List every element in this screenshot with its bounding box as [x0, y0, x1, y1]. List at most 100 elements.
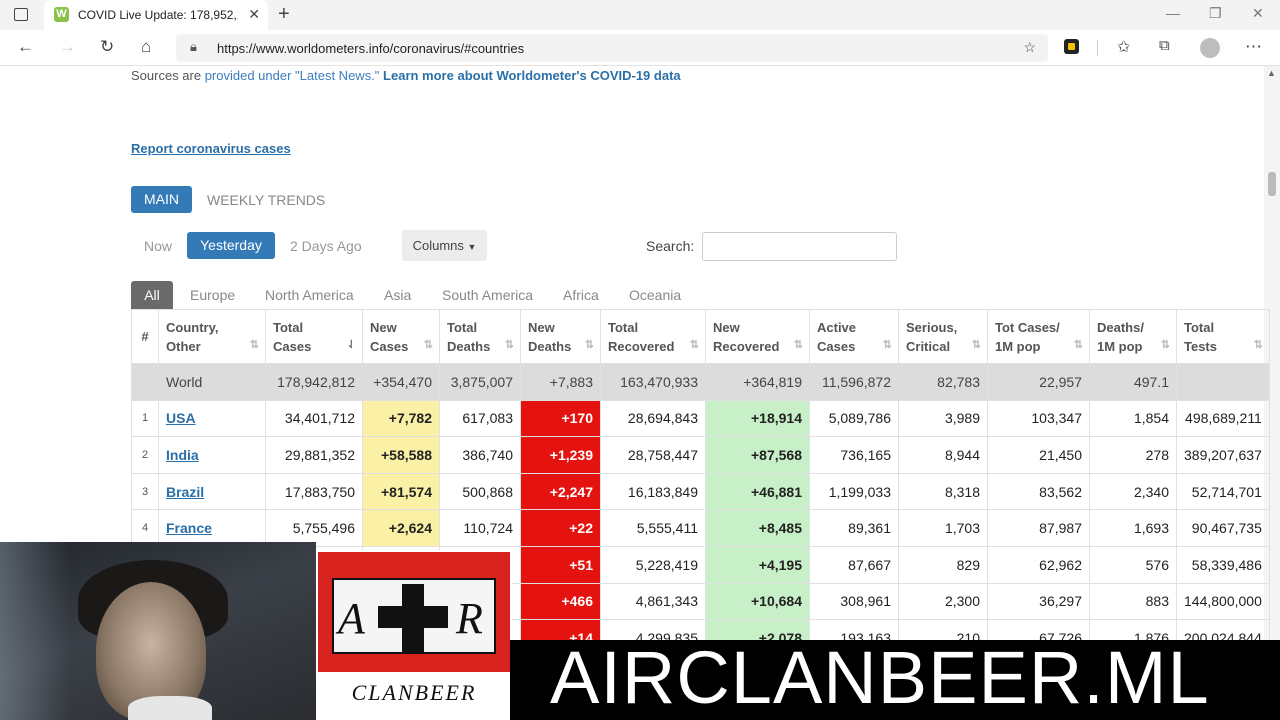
logo-letter-right: R	[456, 594, 483, 643]
toolbar-divider	[1097, 40, 1098, 56]
latest-news-link[interactable]: provided under "Latest News."	[205, 68, 380, 83]
region-tab-all[interactable]: All	[131, 281, 173, 309]
sort-icon: ⇅	[249, 339, 259, 351]
region-tab-oceania[interactable]: Oceania	[629, 281, 681, 309]
header-new-cases[interactable]: New Cases ⇅	[362, 309, 440, 364]
header-country[interactable]: Country, Other ⇅	[158, 309, 266, 364]
total-cases-cell: 34,401,712	[265, 399, 363, 438]
address-bar[interactable]: 🔒︎ https://www.worldometers.info/coronav…	[176, 34, 1048, 62]
new-deaths-cell: +1,239	[520, 436, 601, 474]
new-recovered-cell: +18,914	[705, 399, 810, 438]
sort-icon: ⇅	[1253, 339, 1263, 351]
day-tab-yesterday[interactable]: Yesterday	[187, 232, 275, 259]
header-new-deaths[interactable]: New Deaths ⇅	[520, 309, 601, 364]
header-index[interactable]: #	[131, 309, 159, 364]
serious-critical-cell: 2,300	[898, 582, 988, 621]
country-link[interactable]: Brazil	[166, 484, 204, 500]
refresh-icon[interactable]: ↻	[100, 37, 114, 57]
header-total-recovered[interactable]: Total Recovered ⇅	[600, 309, 706, 364]
row-index: 1	[131, 399, 159, 438]
sort-icon: ⇅	[793, 339, 803, 351]
deaths-per-million-cell: 278	[1089, 436, 1177, 474]
total-tests-cell: 389,207,637	[1176, 436, 1270, 474]
row-index	[131, 363, 159, 401]
deaths-per-million-cell: 576	[1089, 545, 1177, 584]
country-link[interactable]: USA	[166, 410, 196, 426]
extension-icon[interactable]	[1064, 39, 1079, 54]
favorites-icon[interactable]: ✩	[1117, 37, 1130, 57]
sort-icon: ⇅	[882, 339, 892, 351]
day-tab-two-days-ago[interactable]: 2 Days Ago	[290, 238, 362, 254]
day-tab-now[interactable]: Now	[144, 238, 172, 254]
tab-weekly-trends[interactable]: WEEKLY TRENDS	[207, 192, 325, 208]
header-total-cases[interactable]: Total Cases ⇃	[265, 309, 363, 364]
navigation-bar: ← → ↻ ⌂ 🔒︎ https://www.worldometers.info…	[0, 30, 1280, 66]
active-cases-cell: 736,165	[809, 436, 899, 474]
total-recovered-cell: 5,228,419	[600, 545, 706, 584]
collections-icon[interactable]: ⧉	[1159, 37, 1170, 54]
cases-per-million-cell: 103,347	[987, 399, 1090, 438]
active-cases-cell: 89,361	[809, 509, 899, 547]
browser-tab[interactable]: W COVID Live Update: 178,952,163 ✕	[44, 0, 268, 30]
total-recovered-cell: 16,183,849	[600, 472, 706, 511]
home-icon[interactable]: ⌂	[141, 37, 151, 57]
tab-actions-icon[interactable]	[14, 8, 28, 21]
header-label-line2: 1M pop	[1097, 338, 1143, 354]
header-label-line2: 1M pop	[995, 338, 1041, 354]
active-cases-cell: 11,596,872	[809, 363, 899, 401]
country-cell: World	[158, 363, 266, 401]
region-tab-africa[interactable]: Africa	[563, 281, 599, 309]
total-deaths-cell: 3,875,007	[439, 363, 521, 401]
header-total-deaths[interactable]: Total Deaths ⇅	[439, 309, 521, 364]
total-recovered-cell: 28,694,843	[600, 399, 706, 438]
total-tests-cell: 498,689,211	[1176, 399, 1270, 438]
region-tab-south-america[interactable]: South America	[442, 281, 533, 309]
stream-banner: AIRCLANBEER.ML	[510, 638, 1280, 720]
iron-cross-bar	[378, 606, 448, 628]
forward-icon[interactable]: →	[59, 37, 76, 57]
close-window-icon[interactable]: ✕	[1252, 5, 1264, 22]
new-cases-cell: +354,470	[362, 363, 440, 401]
tab-main[interactable]: MAIN	[131, 186, 192, 213]
new-deaths-cell: +466	[520, 582, 601, 621]
header-cases-per-million[interactable]: Tot Cases/1M pop ⇅	[987, 309, 1090, 364]
header-active-cases[interactable]: Active Cases ⇅	[809, 309, 899, 364]
scrollbar-thumb[interactable]	[1268, 172, 1276, 196]
header-label-line1: New	[370, 319, 397, 335]
region-tab-asia[interactable]: Asia	[384, 281, 411, 309]
country-link[interactable]: France	[166, 520, 212, 536]
minimize-icon[interactable]: —	[1166, 5, 1180, 21]
region-tab-europe[interactable]: Europe	[190, 281, 235, 309]
more-icon[interactable]: ⋯	[1245, 37, 1262, 57]
learn-more-link[interactable]: Learn more about Worldometer's COVID-19 …	[383, 68, 681, 83]
url-text[interactable]: https://www.worldometers.info/coronaviru…	[217, 41, 524, 56]
header-label-line1: Total	[608, 319, 639, 335]
restore-icon[interactable]: ❐	[1209, 5, 1222, 22]
close-icon[interactable]: ✕	[248, 6, 260, 23]
header-label-line1: Country,	[166, 319, 219, 335]
new-deaths-cell: +22	[520, 509, 601, 547]
report-cases-link[interactable]: Report coronavirus cases	[131, 141, 291, 156]
header-label-line2: Recovered	[608, 338, 675, 354]
back-icon[interactable]: ←	[17, 37, 34, 57]
total-cases-cell: 5,755,496	[265, 509, 363, 547]
search-input[interactable]	[702, 232, 897, 261]
cases-per-million-cell: 21,450	[987, 436, 1090, 474]
scroll-up-icon[interactable]: ▲	[1267, 68, 1276, 78]
header-new-recovered[interactable]: New Recovered ⇅	[705, 309, 810, 364]
country-link[interactable]: India	[166, 447, 199, 463]
tab-title: COVID Live Update: 178,952,163	[78, 8, 238, 22]
header-label-line1: New	[528, 319, 555, 335]
total-cases-cell: 17,883,750	[265, 472, 363, 511]
columns-button[interactable]: Columns ▼	[402, 230, 487, 261]
profile-icon[interactable]	[1200, 38, 1220, 58]
region-tab-north-america[interactable]: North America	[265, 281, 354, 309]
header-deaths-per-million[interactable]: Deaths/1M pop ⇅	[1089, 309, 1177, 364]
add-favorite-icon[interactable]: ☆	[1023, 39, 1036, 56]
header-serious-critical[interactable]: Serious, Critical ⇅	[898, 309, 988, 364]
header-total-tests[interactable]: Total Tests ⇅	[1176, 309, 1270, 364]
deaths-per-million-cell: 1,693	[1089, 509, 1177, 547]
total-deaths-cell: 386,740	[439, 436, 521, 474]
new-tab-icon[interactable]: +	[278, 3, 290, 26]
sources-note: Sources are provided under "Latest News.…	[131, 68, 681, 83]
